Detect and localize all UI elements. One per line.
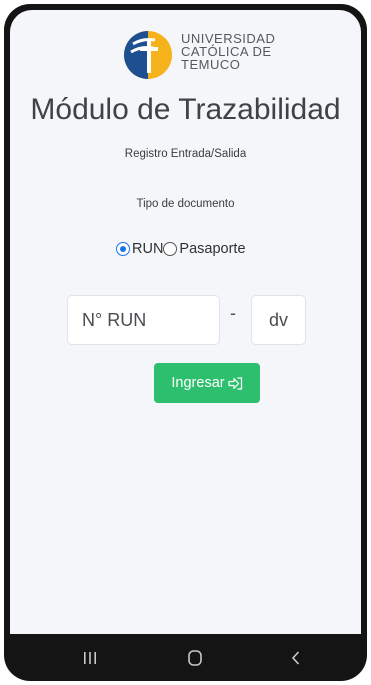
- university-logo: UNIVERSIDAD CATÓLICA DE TEMUCO: [123, 30, 293, 82]
- verifier-digit-input[interactable]: dv: [251, 295, 306, 345]
- app-screen: UNIVERSIDAD CATÓLICA DE TEMUCO Módulo de…: [10, 10, 361, 634]
- page-title: Módulo de Trazabilidad: [30, 93, 341, 126]
- logo-line-3: TEMUCO: [181, 57, 241, 72]
- run-radio-button[interactable]: [116, 242, 130, 256]
- run-number-input[interactable]: N° RUN: [67, 295, 220, 345]
- submit-button[interactable]: Ingresar: [154, 363, 260, 403]
- page-subtitle: Registro Entrada/Salida: [124, 148, 247, 160]
- android-navigation-bar: [4, 634, 367, 681]
- sign-in-icon: [227, 376, 242, 390]
- recent-apps-icon[interactable]: [80, 648, 100, 668]
- document-type-radio-group: RUN Pasaporte: [116, 238, 246, 260]
- run-number-placeholder: N° RUN: [82, 309, 147, 330]
- university-emblem-icon: [124, 31, 172, 79]
- logo-text: UNIVERSIDAD CATÓLICA DE TEMUCO: [181, 32, 275, 71]
- document-type-label: Tipo de documento: [136, 198, 235, 210]
- passport-radio-label[interactable]: Pasaporte: [179, 241, 245, 257]
- home-icon[interactable]: [185, 648, 205, 668]
- run-radio-label[interactable]: RUN: [132, 241, 163, 257]
- phone-frame: UNIVERSIDAD CATÓLICA DE TEMUCO Módulo de…: [4, 4, 367, 681]
- passport-radio-button[interactable]: [163, 242, 178, 256]
- back-icon[interactable]: [286, 648, 306, 668]
- submit-button-label: Ingresar: [171, 375, 225, 391]
- verifier-digit-placeholder: dv: [268, 309, 288, 330]
- run-separator: -: [230, 303, 236, 323]
